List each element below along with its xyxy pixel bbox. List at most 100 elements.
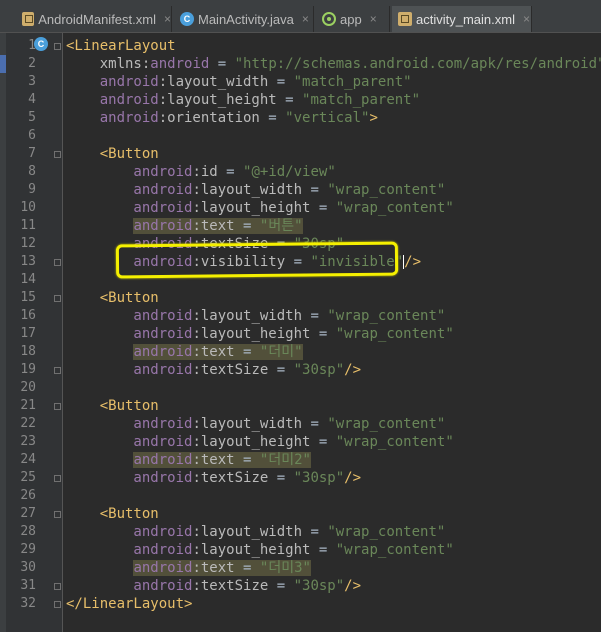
- tab-android-manifest[interactable]: AndroidManifest.xml ×: [16, 6, 172, 32]
- code-token: :text: [192, 452, 235, 468]
- line-number: 8: [28, 164, 36, 179]
- line-number: 17: [20, 326, 36, 341]
- line-number: 27: [20, 506, 36, 521]
- line-number: 22: [20, 416, 36, 431]
- fold-marker-icon[interactable]: [54, 295, 61, 302]
- code-token: android: [66, 164, 193, 180]
- code-token: android: [66, 92, 159, 108]
- code-line[interactable]: android:layout_width = "wrap_content": [66, 415, 445, 433]
- code-token: android: [66, 470, 193, 486]
- code-token: =: [268, 362, 294, 378]
- close-icon[interactable]: ×: [164, 12, 171, 26]
- code-token: =: [268, 578, 294, 594]
- code-line[interactable]: android:textSize = "30sp"/>: [66, 577, 361, 595]
- code-token: "vertical": [285, 110, 370, 126]
- line-number: 24: [20, 452, 36, 467]
- code-line[interactable]: android:textSize = "30sp"/>: [66, 469, 361, 487]
- code-line[interactable]: android:layout_width = "match_parent": [66, 73, 412, 91]
- code-token: =: [209, 56, 235, 72]
- fold-marker-icon[interactable]: [54, 259, 61, 266]
- fold-marker-icon[interactable]: [54, 601, 61, 608]
- code-token: "30sp": [293, 362, 345, 378]
- code-line[interactable]: <Button: [66, 145, 159, 163]
- line-number: 6: [28, 128, 36, 143]
- code-line[interactable]: android:text = "더미3": [66, 559, 311, 577]
- code-token: :layout_width: [192, 416, 303, 432]
- code-line[interactable]: android:layout_width = "wrap_content": [66, 181, 445, 199]
- class-gutter-icon[interactable]: C: [34, 37, 48, 51]
- fold-marker-icon[interactable]: [54, 151, 61, 158]
- code-line[interactable]: android:orientation = "vertical">: [66, 109, 378, 127]
- code-token: android: [66, 542, 193, 558]
- tab-activity-main[interactable]: activity_main.xml ×: [392, 6, 532, 32]
- code-line[interactable]: </LinearLayout>: [66, 595, 192, 613]
- code-line[interactable]: android:layout_width = "wrap_content": [66, 307, 445, 325]
- code-token: android: [66, 308, 193, 324]
- close-icon[interactable]: ×: [523, 12, 530, 26]
- code-token: =: [302, 182, 328, 198]
- code-line[interactable]: <Button: [66, 397, 159, 415]
- code-token: android: [133, 344, 193, 360]
- fold-marker-icon[interactable]: [54, 583, 61, 590]
- code-line[interactable]: android:layout_width = "wrap_content": [66, 523, 445, 541]
- fold-marker-icon[interactable]: [54, 511, 61, 518]
- line-number: 12: [20, 236, 36, 251]
- code-token: "더미2": [259, 452, 311, 468]
- code-token: />: [344, 470, 362, 486]
- code-token: :layout_width: [192, 182, 303, 198]
- code-line[interactable]: android:textSize = "30sp"/>: [66, 361, 361, 379]
- code-line[interactable]: android:id = "@+id/view": [66, 163, 335, 181]
- code-token: android: [150, 56, 210, 72]
- code-line[interactable]: android:layout_height = "wrap_content": [66, 433, 454, 451]
- code-token: xmlns:: [66, 56, 151, 72]
- code-token: "match_parent": [293, 74, 412, 90]
- code-line[interactable]: android:text = "더미": [66, 343, 303, 361]
- code-line[interactable]: <Button: [66, 505, 159, 523]
- line-number: 7: [28, 146, 36, 161]
- tab-main-activity[interactable]: C MainActivity.java ×: [174, 6, 314, 32]
- tab-app[interactable]: app ×: [316, 6, 390, 32]
- line-number: 31: [20, 578, 36, 593]
- code-token: android: [133, 218, 193, 234]
- code-line[interactable]: android:layout_height = "wrap_content": [66, 541, 453, 559]
- code-line[interactable]: xmlns:android = "http://schemas.android.…: [66, 55, 601, 73]
- code-line[interactable]: <LinearLayout: [66, 37, 176, 55]
- code-token: :layout_height: [192, 542, 311, 558]
- close-icon[interactable]: ×: [302, 12, 309, 26]
- code-token: "버튼": [259, 218, 303, 234]
- fold-marker-icon[interactable]: [54, 403, 61, 410]
- line-number: 32: [20, 596, 36, 611]
- line-number: 2: [28, 56, 36, 71]
- code-token: :textSize: [192, 470, 269, 486]
- code-line[interactable]: android:text = "더미2": [66, 451, 311, 469]
- fold-marker-icon[interactable]: [54, 367, 61, 374]
- fold-marker-icon[interactable]: [54, 475, 61, 482]
- fold-marker-icon[interactable]: [54, 43, 61, 50]
- code-token: />: [404, 254, 422, 270]
- line-number: 20: [20, 380, 36, 395]
- code-line[interactable]: <Button: [66, 289, 159, 307]
- code-token: android: [66, 110, 159, 126]
- code-token: "wrap_content": [335, 326, 454, 342]
- code-token: />: [344, 362, 362, 378]
- code-line[interactable]: android:text = "버튼": [66, 217, 303, 235]
- code-token: "wrap_content": [327, 308, 446, 324]
- line-number-gutter: 1 2 3 4 5 6 7 8 9 10 11 12 13 14 15 16 17 18 19 20 21 22 23 24 2…: [6, 33, 63, 632]
- code-token: "wrap_content": [335, 434, 454, 450]
- code-token: "http://schemas.android.com/apk/res/andr…: [234, 56, 601, 72]
- code-line[interactable]: android:layout_height = "match_parent": [66, 91, 420, 109]
- line-number: 16: [20, 308, 36, 323]
- tab-label: app: [340, 11, 362, 27]
- code-token: :layout_height: [192, 434, 311, 450]
- line-number: 29: [20, 542, 36, 557]
- code-line[interactable]: android:layout_height = "wrap_content": [66, 325, 454, 343]
- close-icon[interactable]: ×: [370, 12, 377, 26]
- code-token: =: [302, 416, 328, 432]
- code-line[interactable]: android:layout_height = "wrap_content": [66, 199, 453, 217]
- tab-label: AndroidManifest.xml: [38, 11, 156, 27]
- code-token: "더미": [259, 344, 303, 360]
- class-file-icon: C: [180, 12, 194, 26]
- code-token: =: [310, 200, 336, 216]
- code-token: =: [234, 344, 260, 360]
